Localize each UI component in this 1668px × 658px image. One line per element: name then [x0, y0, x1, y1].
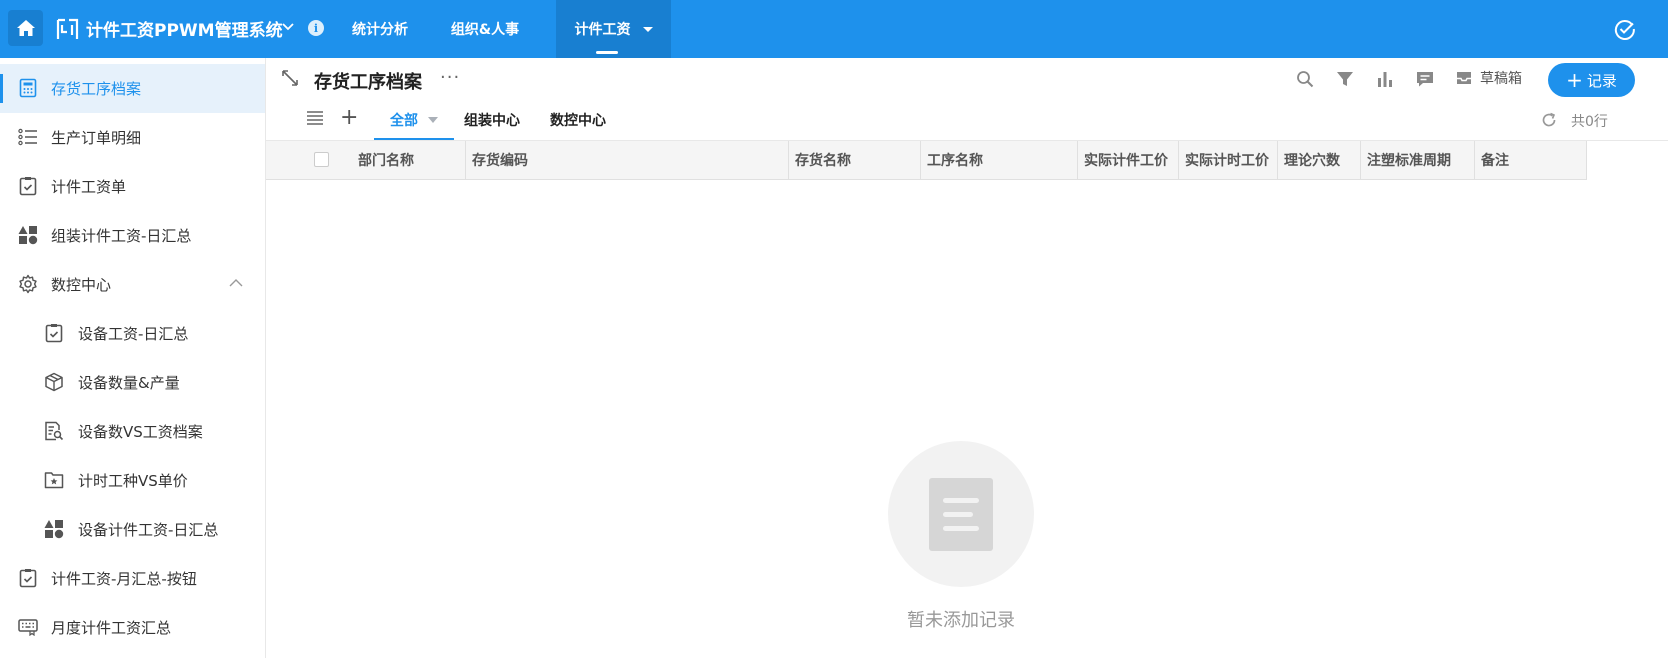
column-header[interactable]: 理论穴数 — [1278, 141, 1361, 179]
caret-down-icon — [428, 117, 438, 123]
chevron-down-icon[interactable] — [282, 21, 294, 31]
drafts-button[interactable]: 草稿箱 — [1456, 68, 1522, 88]
sidebar-item-piece-wage-sheet[interactable]: 计件工资单 — [0, 162, 265, 211]
sidebar-item-hourly-job-unit-price[interactable]: 计时工种VS单价 — [0, 456, 265, 505]
row-count: 共0行 — [1571, 114, 1608, 130]
table-header-filler — [1587, 140, 1668, 180]
tab-label: 计件工资 — [574, 22, 631, 38]
add-view-icon[interactable]: + — [340, 105, 358, 130]
gear-icon — [18, 274, 38, 294]
add-record-label: 记录 — [1586, 71, 1617, 90]
page-title: 存货工序档案 — [314, 72, 422, 93]
sidebar-item-assembly-daily-summary[interactable]: 组装计件工资-日汇总 — [0, 211, 265, 260]
column-header[interactable]: 部门名称 — [356, 141, 466, 179]
column-header[interactable]: 存货编码 — [466, 141, 789, 179]
view-tab-label: 全部 — [390, 113, 418, 129]
sidebar-item-label: 生产订单明细 — [51, 129, 142, 147]
top-navigation-bar: 计件工资PPWM管理系统 i 统计分析 组织&人事 计件工资 — [0, 0, 1668, 58]
select-all-checkbox[interactable] — [314, 152, 329, 167]
sidebar-item-label: 组装计件工资-日汇总 — [51, 227, 192, 245]
app-logo-icon — [56, 18, 79, 39]
view-tab-cnc-center[interactable]: 数控中心 — [550, 100, 606, 140]
sidebar-item-label: 计件工资单 — [51, 178, 127, 196]
sidebar-item-label: 设备工资-日汇总 — [78, 325, 189, 343]
sidebar-item-monthly-piece-wage-summary[interactable]: 月度计件工资汇总 — [0, 603, 265, 652]
sidebar-group-cnc-center[interactable]: 数控中心 — [0, 260, 265, 309]
column-header[interactable]: 实际计件工价 — [1078, 141, 1179, 179]
column-header[interactable]: 工序名称 — [921, 141, 1078, 179]
sidebar-item-equipment-wage-daily[interactable]: 设备工资-日汇总 — [0, 309, 265, 358]
sidebar-item-label: 计时工种VS单价 — [78, 472, 188, 490]
chart-icon[interactable] — [1376, 70, 1394, 88]
info-icon[interactable]: i — [308, 20, 324, 36]
column-header[interactable]: 注塑标准周期 — [1361, 141, 1475, 179]
shapes-icon — [44, 519, 64, 539]
sidebar: 存货工序档案 生产订单明细 计件工资单 组装计件工资-日汇总 数控中心 设备工资… — [0, 58, 266, 658]
sidebar-item-label: 计件工资-月汇总-按钮 — [51, 570, 197, 588]
sidebar-item-equipment-piece-wage-daily[interactable]: 设备计件工资-日汇总 — [0, 505, 265, 554]
keyboard-icon — [18, 617, 38, 637]
chevron-up-icon[interactable] — [229, 278, 243, 288]
tab-organization-hr[interactable]: 组织&人事 — [430, 0, 540, 58]
app-title[interactable]: 计件工资PPWM管理系统 — [86, 16, 283, 41]
list-icon — [18, 127, 38, 147]
check-circle-icon[interactable] — [1614, 18, 1636, 40]
empty-document-icon — [929, 478, 993, 551]
view-tab-label: 数控中心 — [550, 113, 606, 129]
clipboard-check-icon — [18, 176, 38, 196]
view-tab-all[interactable]: 全部 — [374, 100, 454, 140]
shapes-icon — [18, 225, 38, 245]
empty-state-text: 暂未添加记录 — [907, 610, 1015, 631]
doc-search-icon — [44, 421, 64, 441]
comment-icon[interactable] — [1416, 70, 1434, 88]
column-header[interactable]: 备注 — [1475, 141, 1587, 179]
caret-down-icon — [642, 26, 653, 32]
drafts-label: 草稿箱 — [1480, 71, 1522, 87]
column-header[interactable]: 实际计时工价 — [1179, 141, 1278, 179]
main-content: 存货工序档案 ··· 草稿箱 + 记录 + 全部 组装中心 数控中心 共0行 部… — [266, 58, 1668, 658]
empty-state-illustration — [888, 441, 1034, 587]
column-header[interactable]: 存货名称 — [789, 141, 921, 179]
home-icon — [16, 20, 35, 36]
refresh-icon[interactable] — [1541, 112, 1557, 128]
calculator-icon — [18, 78, 38, 98]
tab-label: 统计分析 — [352, 22, 408, 38]
clipboard-check-icon — [44, 323, 64, 343]
tab-label: 组织&人事 — [450, 22, 520, 38]
add-record-button[interactable]: + 记录 — [1548, 63, 1635, 97]
menu-icon[interactable] — [306, 110, 324, 126]
plus-icon: + — [1566, 68, 1583, 92]
active-tab-indicator — [595, 51, 618, 54]
sidebar-item-equipment-quantity-output[interactable]: 设备数量&产量 — [0, 358, 265, 407]
cube-icon — [44, 372, 64, 392]
table-header: 部门名称 存货编码 存货名称 工序名称 实际计件工价 实际计时工价 理论穴数 注… — [266, 140, 1587, 180]
sidebar-item-inventory-process[interactable]: 存货工序档案 — [0, 64, 265, 113]
view-tab-assembly-center[interactable]: 组装中心 — [464, 100, 520, 140]
sidebar-item-equipment-vs-wage-file[interactable]: 设备数VS工资档案 — [0, 407, 265, 456]
more-options-icon[interactable]: ··· — [440, 67, 460, 88]
filter-icon[interactable] — [1336, 70, 1354, 88]
sidebar-item-label: 存货工序档案 — [51, 80, 142, 98]
sidebar-item-label: 设备计件工资-日汇总 — [78, 521, 219, 539]
inbox-icon — [1457, 72, 1471, 84]
view-tab-label: 组装中心 — [464, 113, 520, 129]
sidebar-item-label: 设备数VS工资档案 — [78, 423, 203, 441]
sidebar-item-label: 设备数量&产量 — [78, 374, 180, 392]
sidebar-item-monthly-summary-button[interactable]: 计件工资-月汇总-按钮 — [0, 554, 265, 603]
sidebar-item-label: 月度计件工资汇总 — [51, 619, 172, 637]
tab-statistics[interactable]: 统计分析 — [330, 0, 430, 58]
tab-piece-wage[interactable]: 计件工资 — [556, 0, 671, 58]
expand-icon[interactable] — [282, 70, 298, 86]
clipboard-check-icon — [18, 568, 38, 588]
view-toolbar: + 全部 组装中心 数控中心 共0行 — [266, 100, 1668, 140]
search-icon[interactable] — [1296, 70, 1314, 88]
folder-star-icon — [44, 470, 64, 490]
sidebar-item-label: 数控中心 — [51, 276, 112, 294]
home-button[interactable] — [8, 10, 43, 46]
sidebar-item-production-order-detail[interactable]: 生产订单明细 — [0, 113, 265, 162]
